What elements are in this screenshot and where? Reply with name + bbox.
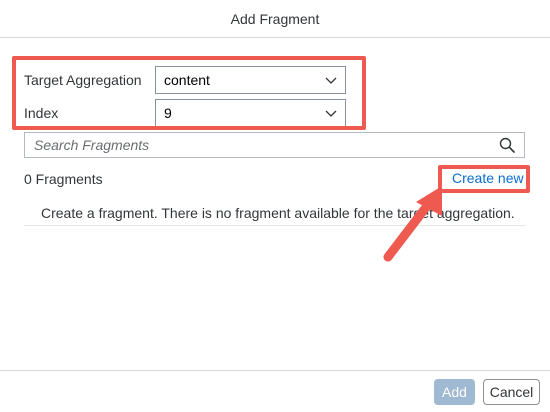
target-aggregation-select[interactable]: content	[155, 66, 346, 94]
create-new-link[interactable]: Create new	[452, 170, 524, 186]
index-value: 9	[164, 105, 172, 121]
dialog-footer: Add Cancel	[0, 370, 550, 412]
chevron-down-icon[interactable]	[325, 74, 337, 86]
dialog-header: Add Fragment	[0, 0, 550, 38]
dialog-title: Add Fragment	[230, 10, 320, 27]
empty-list-message: Create a fragment. There is no fragment …	[24, 198, 525, 226]
add-button[interactable]: Add	[434, 379, 475, 405]
add-fragment-dialog: Add Fragment Target Aggregation content …	[0, 0, 550, 412]
fragment-count: 0 Fragments	[24, 171, 103, 187]
target-aggregation-value: content	[164, 72, 210, 88]
dialog-content: Target Aggregation content Index 9 Searc…	[0, 38, 550, 371]
cancel-button[interactable]: Cancel	[483, 379, 540, 405]
empty-message-text: Create a fragment. There is no fragment …	[41, 205, 515, 221]
target-aggregation-row: Target Aggregation content	[24, 66, 346, 94]
target-aggregation-label: Target Aggregation	[24, 72, 142, 88]
search-icon[interactable]	[499, 137, 515, 153]
index-row: Index 9	[24, 99, 346, 127]
search-input[interactable]	[25, 133, 495, 157]
chevron-down-icon[interactable]	[325, 107, 337, 119]
index-select[interactable]: 9	[155, 99, 346, 127]
search-field[interactable]	[24, 132, 525, 158]
index-label: Index	[24, 105, 59, 121]
